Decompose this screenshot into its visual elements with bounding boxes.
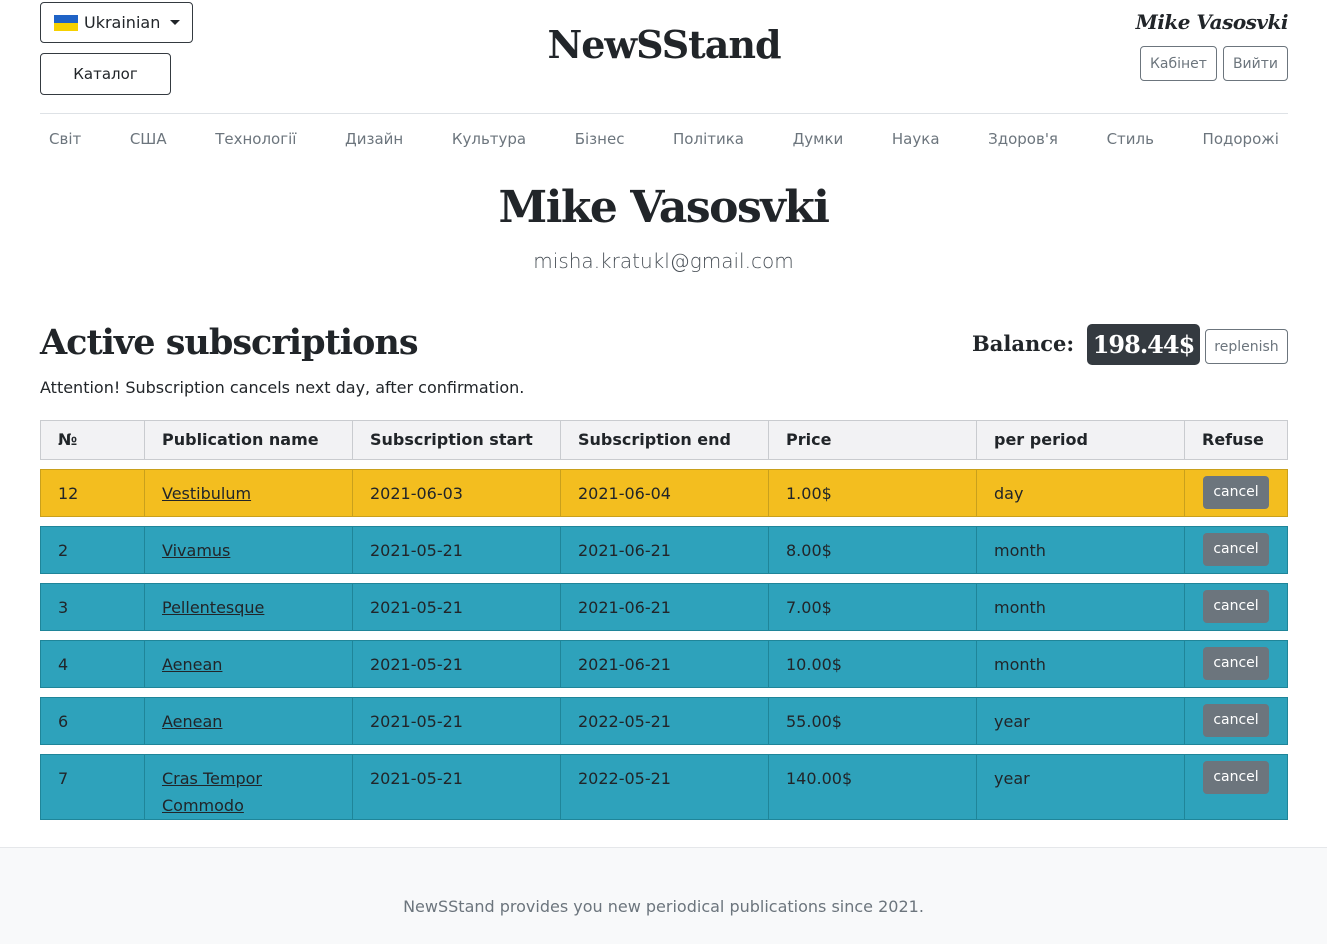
start-date: 2021-05-21: [353, 527, 561, 573]
cancel-button[interactable]: cancel: [1203, 647, 1269, 680]
end-date: 2021-06-21: [561, 584, 769, 630]
nav-item-science[interactable]: Наука: [892, 130, 940, 148]
column-header-publication: Publication name: [145, 421, 353, 459]
nav-item-business[interactable]: Бізнес: [575, 130, 625, 148]
period: month: [977, 584, 1185, 630]
subscriptions-title: Active subscriptions: [40, 322, 419, 363]
category-nav: Світ США Технології Дизайн Культура Бізн…: [40, 118, 1288, 160]
price: 10.00$: [769, 641, 977, 687]
table-row: 4 Aenean 2021-05-21 2021-06-21 10.00$ mo…: [40, 640, 1288, 688]
site-header: Ukrainian Каталог NewSStand Mike Vasosvk…: [40, 0, 1289, 114]
nav-item-world[interactable]: Світ: [49, 130, 81, 148]
period: year: [977, 755, 1185, 819]
start-date: 2021-05-21: [353, 584, 561, 630]
cancel-button[interactable]: cancel: [1203, 476, 1269, 509]
row-number: 3: [41, 584, 145, 630]
brand-logo[interactable]: NewSStand: [40, 22, 1288, 67]
start-date: 2021-05-21: [353, 755, 561, 819]
nav-item-design[interactable]: Дизайн: [345, 130, 403, 148]
table-row: 2 Vivamus 2021-05-21 2021-06-21 8.00$ mo…: [40, 526, 1288, 574]
period: day: [977, 470, 1185, 516]
account-buttons: Кабінет Вийти: [1139, 46, 1288, 81]
replenish-button[interactable]: replenish: [1205, 329, 1288, 364]
row-number: 4: [41, 641, 145, 687]
attention-note: Attention! Subscription cancels next day…: [40, 378, 525, 397]
nav-item-health[interactable]: Здоров'я: [988, 130, 1058, 148]
column-header-number: №: [41, 421, 145, 459]
start-date: 2021-06-03: [353, 470, 561, 516]
publication-link[interactable]: Aenean: [162, 712, 222, 731]
end-date: 2022-05-21: [561, 755, 769, 819]
nav-item-usa[interactable]: США: [130, 130, 167, 148]
table-row: 7 Cras Tempor Commodo 2021-05-21 2022-05…: [40, 754, 1288, 820]
balance-label: Balance:: [972, 331, 1075, 356]
publication-link[interactable]: Vestibulum: [162, 484, 251, 503]
column-header-end: Subscription end: [561, 421, 769, 459]
nav-item-technology[interactable]: Технології: [215, 130, 296, 148]
row-number: 12: [41, 470, 145, 516]
table-row: 6 Aenean 2021-05-21 2022-05-21 55.00$ ye…: [40, 697, 1288, 745]
cabinet-button[interactable]: Кабінет: [1139, 46, 1217, 81]
nav-item-culture[interactable]: Культура: [452, 130, 526, 148]
profile-name: Mike Vasosvki: [498, 182, 831, 233]
price: 55.00$: [769, 698, 977, 744]
nav-item-travel[interactable]: Подорожі: [1203, 130, 1279, 148]
cancel-button[interactable]: cancel: [1203, 533, 1269, 566]
site-footer: NewSStand provides you new periodical pu…: [0, 847, 1327, 944]
publication-link[interactable]: Pellentesque: [162, 598, 264, 617]
start-date: 2021-05-21: [353, 698, 561, 744]
nav-item-style[interactable]: Стиль: [1107, 130, 1154, 148]
end-date: 2021-06-21: [561, 527, 769, 573]
end-date: 2022-05-21: [561, 698, 769, 744]
price: 1.00$: [769, 470, 977, 516]
table-row: 12 Vestibulum 2021-06-03 2021-06-04 1.00…: [40, 469, 1288, 517]
end-date: 2021-06-04: [561, 470, 769, 516]
start-date: 2021-05-21: [353, 641, 561, 687]
publication-link[interactable]: Aenean: [162, 655, 222, 674]
cancel-button[interactable]: cancel: [1203, 704, 1269, 737]
column-header-start: Subscription start: [353, 421, 561, 459]
period: month: [977, 527, 1185, 573]
column-header-period: per period: [977, 421, 1185, 459]
period: year: [977, 698, 1185, 744]
row-number: 2: [41, 527, 145, 573]
nav-item-opinions[interactable]: Думки: [793, 130, 844, 148]
table-row: 3 Pellentesque 2021-05-21 2021-06-21 7.0…: [40, 583, 1288, 631]
period: month: [977, 641, 1185, 687]
balance-badge: 198.44$: [1087, 324, 1200, 365]
publication-link[interactable]: Cras Tempor Commodo: [162, 769, 262, 815]
price: 7.00$: [769, 584, 977, 630]
price: 8.00$: [769, 527, 977, 573]
row-number: 6: [41, 698, 145, 744]
header-user-name: Mike Vasosvki: [1135, 10, 1289, 34]
end-date: 2021-06-21: [561, 641, 769, 687]
publication-link[interactable]: Vivamus: [162, 541, 230, 560]
profile-email: misha.kratukl@gmail.com: [533, 249, 794, 273]
nav-item-politics[interactable]: Політика: [673, 130, 744, 148]
column-header-price: Price: [769, 421, 977, 459]
row-number: 7: [41, 755, 145, 819]
logout-button[interactable]: Вийти: [1222, 46, 1288, 81]
footer-text: NewSStand provides you new periodical pu…: [403, 897, 924, 916]
price: 140.00$: [769, 755, 977, 819]
column-header-refuse: Refuse: [1202, 430, 1264, 449]
table-header-row: № Publication name Subscription start Su…: [40, 420, 1288, 460]
cancel-button[interactable]: cancel: [1203, 590, 1269, 623]
subscriptions-table: № Publication name Subscription start Su…: [40, 420, 1288, 829]
cancel-button[interactable]: cancel: [1203, 761, 1269, 794]
